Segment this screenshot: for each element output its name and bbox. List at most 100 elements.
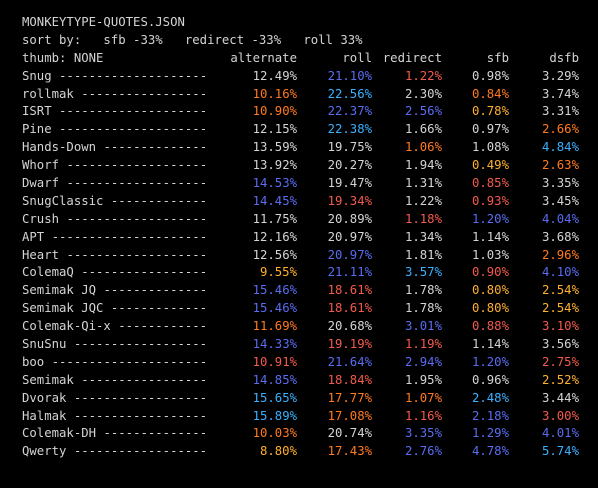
layout-name-text: ISRT xyxy=(22,104,52,119)
leader-dashes: ------------------- xyxy=(66,176,208,191)
cell-dsfb: 2.52% xyxy=(541,372,579,387)
layout-name: APT --------------------- xyxy=(22,229,222,247)
cell-dsfb: 3.74% xyxy=(541,86,579,101)
cell-sfb: 0.90% xyxy=(471,265,509,280)
layout-name: SnuSnu ------------------ xyxy=(22,336,222,354)
table-row: Snug -------------------- 12.49% 21.10% 1.2… xyxy=(22,68,582,86)
cell-dsfb: 3.68% xyxy=(541,229,579,244)
table-row: Semimak JQC ------------- 15.46% 18.61% 1.7… xyxy=(22,300,582,318)
cell-sfb: 1.20% xyxy=(471,354,509,369)
layout-name-text: Semimak JQ xyxy=(22,283,97,298)
layout-name: Heart ------------------- xyxy=(22,247,222,265)
cell-roll: 17.43% xyxy=(327,444,372,459)
cell-roll: 17.08% xyxy=(327,408,372,423)
cell-roll: 18.61% xyxy=(327,301,372,316)
layout-name-text: Dwarf xyxy=(22,176,60,191)
layout-name-text: Crush xyxy=(22,211,60,226)
cell-alternate: 12.56% xyxy=(252,247,297,262)
cell-roll: 19.47% xyxy=(327,176,372,191)
leader-dashes: -------------------- xyxy=(59,104,208,119)
cell-alternate: 9.55% xyxy=(259,265,297,280)
layout-name-text: Hands-Down xyxy=(22,140,97,155)
cell-dsfb: 2.75% xyxy=(541,354,579,369)
layout-name: Qwerty ------------------ xyxy=(22,443,222,461)
table-row: SnuSnu ------------------ 14.33% 19.19% 1.1… xyxy=(22,336,582,354)
cell-alternate: 14.53% xyxy=(252,176,297,191)
layout-name-text: Qwerty xyxy=(22,444,67,459)
cell-roll: 22.37% xyxy=(327,104,372,119)
cell-sfb: 1.29% xyxy=(471,426,509,441)
layout-name-text: APT xyxy=(22,229,45,244)
cell-roll: 22.56% xyxy=(327,86,372,101)
layout-name: Semimak JQ -------------- xyxy=(22,282,222,300)
cell-alternate: 10.16% xyxy=(252,86,297,101)
cell-sfb: 0.96% xyxy=(471,372,509,387)
cell-roll: 22.38% xyxy=(327,122,372,137)
cell-dsfb: 2.54% xyxy=(541,301,579,316)
cell-dsfb: 3.44% xyxy=(541,390,579,405)
table-header: thumb: NONE alternate roll redirect sfb … xyxy=(22,50,582,68)
cell-dsfb: 2.96% xyxy=(541,247,579,262)
cell-alternate: 14.33% xyxy=(252,337,297,352)
layout-name-text: Semimak xyxy=(22,372,74,387)
cell-dsfb: 3.56% xyxy=(541,337,579,352)
layout-name: Pine -------------------- xyxy=(22,121,222,139)
cell-roll: 21.64% xyxy=(327,354,372,369)
table-row: Dwarf ------------------- 14.53% 19.47% 1.3… xyxy=(22,175,582,193)
cell-alternate: 11.69% xyxy=(252,319,297,334)
table-row: Semimak ----------------- 14.85% 18.84% 1.9… xyxy=(22,372,582,390)
leader-dashes: ------------------- xyxy=(66,247,208,262)
layout-name: Colemak-Qi-x ------------ xyxy=(22,318,222,336)
table-row: boo --------------------- 10.91% 21.64% 2.9… xyxy=(22,354,582,372)
table-row: Pine -------------------- 12.15% 22.38% 1.6… xyxy=(22,121,582,139)
table-row: Hands-Down -------------- 13.59% 19.75% 1.0… xyxy=(22,139,582,157)
layout-name: boo --------------------- xyxy=(22,354,222,372)
cell-roll: 20.89% xyxy=(327,211,372,226)
cell-roll: 18.84% xyxy=(327,372,372,387)
cell-redirect: 1.78% xyxy=(404,283,442,298)
cell-sfb: 4.78% xyxy=(471,444,509,459)
cell-sfb: 1.20% xyxy=(471,211,509,226)
cell-alternate: 15.46% xyxy=(252,283,297,298)
cell-roll: 20.97% xyxy=(327,247,372,262)
cell-redirect: 1.31% xyxy=(404,176,442,191)
cell-sfb: 0.80% xyxy=(471,283,509,298)
cell-sfb: 1.08% xyxy=(471,140,509,155)
terminal-output: MONKEYTYPE-QUOTES.JSON sort by: sfb -33%… xyxy=(22,14,582,461)
layout-name: Semimak JQC ------------- xyxy=(22,300,222,318)
leader-dashes: ------------------ xyxy=(73,444,208,459)
table-row: Halmak ------------------ 15.89% 17.08% 1.1… xyxy=(22,408,582,426)
cell-redirect: 2.94% xyxy=(404,354,442,369)
layout-name: SnugClassic ------------- xyxy=(22,193,222,211)
cell-alternate: 15.46% xyxy=(252,301,297,316)
layout-name: Whorf ------------------- xyxy=(22,157,222,175)
cell-dsfb: 2.66% xyxy=(541,122,579,137)
layout-name-text: Snug xyxy=(22,68,52,83)
layout-name-text: Whorf xyxy=(22,158,60,173)
thumb-label: thumb: NONE xyxy=(22,50,104,65)
layout-name: Colemak-DH -------------- xyxy=(22,425,222,443)
cell-roll: 17.77% xyxy=(327,390,372,405)
cell-roll: 19.75% xyxy=(327,140,372,155)
sort-line: sort by: sfb -33% redirect -33% roll 33% xyxy=(22,32,363,47)
cell-roll: 20.97% xyxy=(327,229,372,244)
cell-alternate: 15.65% xyxy=(252,390,297,405)
cell-redirect: 1.18% xyxy=(404,211,442,226)
cell-redirect: 1.66% xyxy=(404,122,442,137)
cell-redirect: 3.57% xyxy=(404,265,442,280)
leader-dashes: ------------- xyxy=(110,301,208,316)
cell-roll: 20.68% xyxy=(327,319,372,334)
layout-name-text: Dvorak xyxy=(22,390,67,405)
leader-dashes: ------------ xyxy=(118,319,208,334)
cell-roll: 20.74% xyxy=(327,426,372,441)
layout-name: rollmak ----------------- xyxy=(22,86,222,104)
cell-sfb: 0.98% xyxy=(471,68,509,83)
layout-name-text: boo xyxy=(22,354,45,369)
cell-alternate: 13.59% xyxy=(252,140,297,155)
cell-redirect: 1.81% xyxy=(404,247,442,262)
leader-dashes: --------------------- xyxy=(51,354,208,369)
cell-redirect: 3.01% xyxy=(404,319,442,334)
cell-redirect: 1.95% xyxy=(404,372,442,387)
leader-dashes: -------------- xyxy=(103,140,208,155)
cell-dsfb: 4.04% xyxy=(541,211,579,226)
